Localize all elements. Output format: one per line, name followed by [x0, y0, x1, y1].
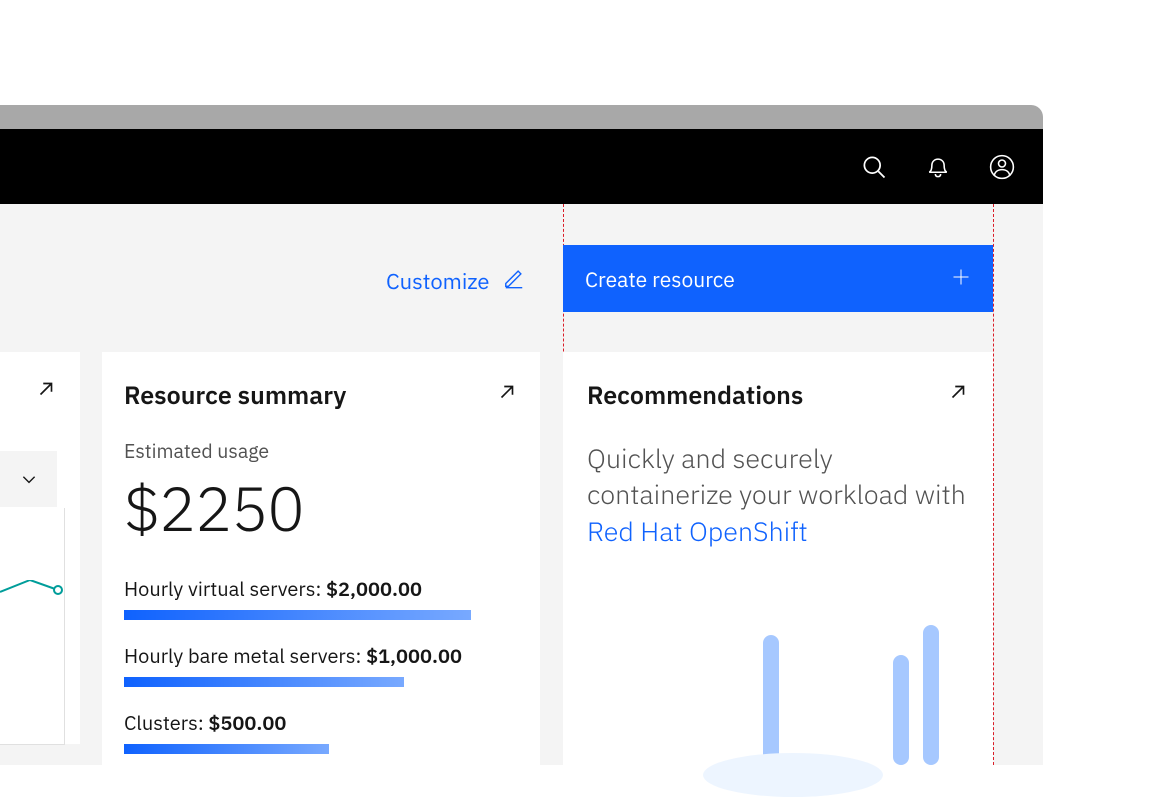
recommendation-text: Quickly and securely containerize your w… — [587, 441, 969, 550]
create-resource-label: Create resource — [585, 265, 735, 293]
resource-summary-title: Resource summary — [124, 378, 346, 411]
progress-bar — [124, 744, 329, 754]
line-item: Hourly virtual servers: $2,000.00 — [124, 575, 518, 620]
estimated-usage-label: Estimated usage — [124, 439, 518, 464]
line-item-value: $500.00 — [208, 709, 286, 736]
resource-summary-card: Resource summary Estimated usage $2250 H… — [102, 352, 540, 765]
recommendation-link[interactable]: Red Hat OpenShift — [587, 514, 808, 549]
bell-icon[interactable] — [907, 136, 969, 198]
expand-icon[interactable] — [35, 378, 57, 405]
progress-bar — [124, 677, 404, 687]
expand-icon[interactable] — [496, 381, 518, 408]
recommendation-prefix: Quickly and securely containerize your w… — [587, 441, 966, 512]
recommendations-card: Recommendations Quickly and securely con… — [563, 352, 993, 765]
edit-icon — [503, 267, 525, 296]
dropdown-toggle[interactable] — [0, 451, 57, 507]
customize-label: Customize — [386, 267, 489, 296]
line-item: Hourly bare metal servers: $1,000.00 — [124, 642, 518, 687]
expand-icon[interactable] — [947, 381, 969, 408]
user-icon[interactable] — [971, 136, 1033, 198]
estimated-amount: $2250 — [124, 468, 518, 549]
line-item-label: Hourly bare metal servers: — [124, 642, 366, 669]
customize-link[interactable]: Customize — [386, 267, 525, 296]
app-bar — [0, 129, 1043, 204]
line-item: Clusters: $500.00 — [124, 709, 518, 754]
create-resource-button[interactable]: Create resource — [563, 245, 993, 312]
recommendations-title: Recommendations — [587, 378, 803, 411]
line-item-label: Clusters: — [124, 709, 208, 736]
guide-line-right — [993, 204, 994, 765]
plus-icon — [951, 265, 971, 293]
search-icon[interactable] — [843, 136, 905, 198]
progress-bar — [124, 610, 471, 620]
illustration — [623, 605, 963, 805]
line-item-label: Hourly virtual servers: — [124, 575, 326, 602]
browser-chrome — [0, 105, 1043, 129]
line-item-value: $1,000.00 — [366, 642, 462, 669]
line-item-value: $2,000.00 — [326, 575, 422, 602]
mini-chart — [0, 508, 65, 745]
